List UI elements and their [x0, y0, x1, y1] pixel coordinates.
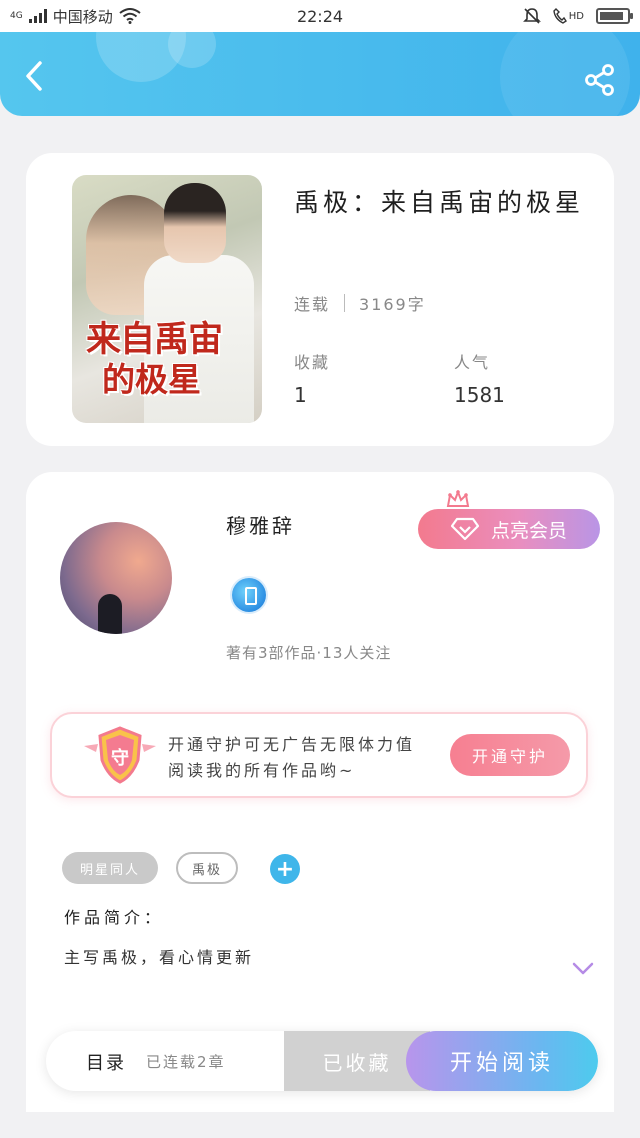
author-avatar[interactable]: [60, 522, 172, 634]
share-button[interactable]: [582, 62, 618, 98]
favorites-label: 收藏: [294, 353, 331, 372]
cover-title-line2: 的极星: [102, 360, 201, 399]
header-bar: [0, 32, 640, 116]
battery-icon: [596, 8, 633, 24]
diamond-icon: [450, 517, 479, 541]
tag-yuji[interactable]: 禹极: [176, 852, 238, 884]
guard-text-line1: 开通守护可无广告无限体力值: [168, 735, 416, 754]
mute-bell-icon: [522, 8, 541, 24]
toc-button[interactable]: 目录: [86, 1049, 126, 1075]
author-badge-icon[interactable]: [232, 578, 266, 612]
battery-level: [600, 12, 623, 20]
crown-icon: [446, 490, 470, 507]
avatar-silhouette: [98, 594, 122, 634]
toc-count[interactable]: 已连载2章: [146, 1051, 226, 1072]
bottom-action-bar: 目录 已连载2章 已收藏 开始阅读: [46, 1031, 598, 1091]
vip-button[interactable]: 点亮会员: [418, 509, 600, 549]
author-card: 穆雅辞 点亮会员 著有3部作品·13人关注 守 开通守护可无广告无限体力值 阅读…: [26, 472, 614, 1112]
word-count: 3169字: [359, 295, 426, 314]
back-button[interactable]: [18, 60, 50, 92]
hd-call-indicator: HD: [553, 8, 584, 24]
intro-text: 主写禹极，看心情更新: [64, 948, 255, 967]
book-meta: 连载 3169字: [294, 291, 426, 315]
shield-char: 守: [111, 747, 129, 769]
favorites-value: 1: [294, 383, 307, 407]
cover-figure-right: [164, 183, 226, 263]
status-right: HD: [522, 7, 633, 25]
start-reading-button[interactable]: 开始阅读: [406, 1031, 598, 1091]
guard-promo-card: 守 开通守护可无广告无限体力值 阅读我的所有作品哟~ 开通守护: [50, 712, 588, 798]
shield-icon: 守: [84, 726, 156, 784]
author-stats: 著有3部作品·13人关注: [226, 644, 392, 662]
signal-icon: [28, 9, 47, 23]
open-guard-button[interactable]: 开通守护: [450, 734, 570, 776]
share-icon: [585, 64, 614, 96]
carrier-name: 中国移动: [52, 7, 113, 26]
serial-status: 连载: [294, 295, 331, 314]
status-left: 4G 中国移动: [10, 6, 141, 27]
expand-chevron-icon[interactable]: [572, 962, 594, 976]
guard-text: 开通守护可无广告无限体力值 阅读我的所有作品哟~: [168, 732, 415, 784]
tag-star-fanfic[interactable]: 明星同人: [62, 852, 158, 884]
hd-label: HD: [568, 10, 584, 22]
popularity-value: 1581: [454, 383, 505, 407]
wifi-icon: [119, 8, 141, 24]
meta-divider: [344, 294, 346, 312]
vip-button-label: 点亮会员: [490, 519, 567, 542]
book-cover[interactable]: 来自禹宙 的极星: [72, 175, 262, 423]
guard-text-line2: 阅读我的所有作品哟~: [168, 761, 356, 780]
status-bar: 4G 中国移动 22:24 HD: [0, 0, 640, 32]
phone-icon: [553, 8, 567, 24]
author-name[interactable]: 穆雅辞: [226, 510, 295, 539]
add-tag-button[interactable]: +: [270, 854, 300, 884]
chevron-left-icon: [26, 61, 42, 91]
intro-label: 作品简介：: [64, 908, 165, 927]
popularity-label: 人气: [454, 353, 491, 372]
book-title: 禹极：来自禹宙的极星: [294, 188, 585, 217]
network-type: 4G: [10, 10, 23, 21]
book-info-card: 来自禹宙 的极星 禹极：来自禹宙的极星 连载 3169字 收藏 1 人气 158…: [26, 153, 614, 446]
